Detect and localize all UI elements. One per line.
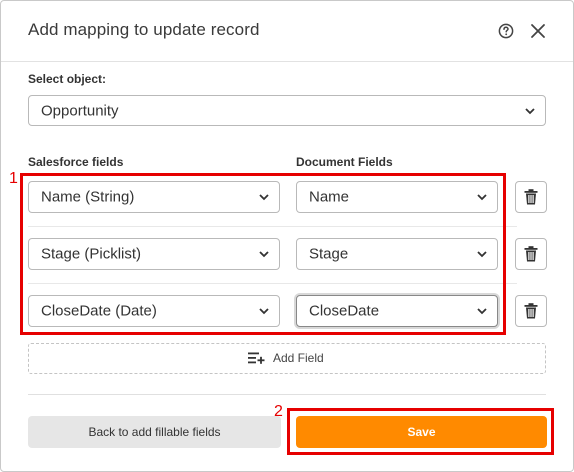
- trash-icon: [524, 189, 538, 205]
- document-fields-header: Document Fields: [296, 155, 393, 169]
- object-select-value: Opportunity: [41, 102, 119, 119]
- object-select[interactable]: Opportunity: [28, 95, 546, 126]
- select-object-label: Select object:: [28, 72, 107, 86]
- footer-divider: [28, 394, 546, 395]
- add-field-button[interactable]: Add Field: [28, 343, 546, 374]
- annotation-box-save: [287, 408, 554, 455]
- delete-row-button-1[interactable]: [515, 181, 547, 213]
- chevron-down-icon: [525, 107, 535, 114]
- delete-row-button-2[interactable]: [515, 238, 547, 270]
- add-field-label: Add Field: [273, 351, 324, 365]
- dialog-title: Add mapping to update record: [28, 20, 260, 39]
- annotation-number-2: 2: [274, 403, 283, 420]
- dialog-header: Add mapping to update record: [1, 1, 573, 62]
- trash-icon: [524, 246, 538, 262]
- annotation-box-mappings: [20, 173, 506, 335]
- salesforce-fields-header: Salesforce fields: [28, 155, 124, 169]
- add-list-icon: [248, 352, 265, 364]
- delete-row-button-3[interactable]: [515, 295, 547, 327]
- close-icon[interactable]: [530, 23, 546, 39]
- back-to-fillable-fields-button[interactable]: Back to add fillable fields: [28, 416, 281, 448]
- trash-icon: [524, 303, 538, 319]
- add-field-content: Add Field: [248, 351, 324, 365]
- help-icon[interactable]: [498, 23, 514, 39]
- annotation-number-1: 1: [9, 170, 18, 187]
